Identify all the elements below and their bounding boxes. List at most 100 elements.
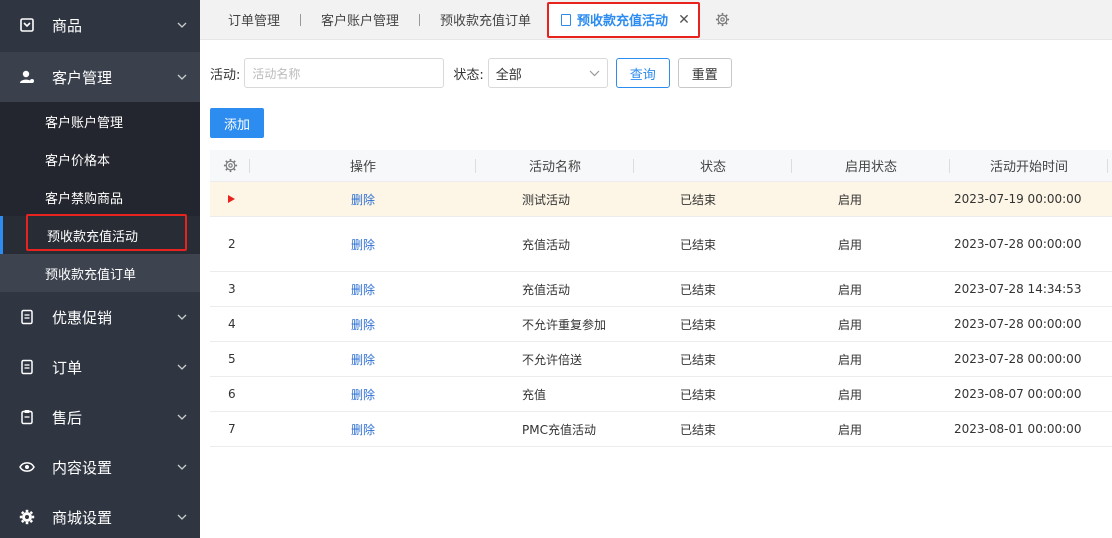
- sidebar-item-label: 客户禁购商品: [45, 191, 124, 207]
- cell-index: 6: [228, 387, 236, 401]
- gear-icon: [18, 508, 36, 526]
- cell-status: 已结束: [680, 352, 717, 367]
- row-expand-arrow[interactable]: [210, 192, 250, 206]
- clipboard-icon: [18, 408, 36, 426]
- menu-group-mall-settings[interactable]: 商城设置: [0, 492, 200, 538]
- cell-name: 不允许重复参加: [522, 317, 607, 332]
- cell-enabled: 启用: [838, 387, 863, 402]
- cell-name: 测试活动: [522, 192, 571, 207]
- column-settings-icon[interactable]: [210, 150, 250, 182]
- tab-divider: [300, 13, 302, 26]
- table-row[interactable]: 2 删除 充值活动 已结束 启用 2023-07-28 00:00:00: [210, 217, 1112, 272]
- add-button[interactable]: 添加: [210, 108, 264, 138]
- chevron-down-icon: [176, 361, 188, 373]
- cell-start-time: 2023-07-28 14:34:53: [954, 282, 1082, 296]
- sidebar-item-prepaid-recharge-activity[interactable]: 预收款充值活动: [0, 216, 200, 254]
- activity-name-input[interactable]: 活动名称: [244, 58, 445, 88]
- menu-group-content-settings[interactable]: 内容设置: [0, 442, 200, 492]
- cell-status: 已结束: [680, 317, 717, 332]
- tab-label: 订单管理: [228, 14, 281, 29]
- cell-start-time: 2023-08-07 00:00:00: [954, 387, 1082, 401]
- cell-start-time: 2023-07-28 00:00:00: [954, 237, 1082, 251]
- delete-link[interactable]: 删除: [351, 318, 375, 332]
- gear-icon[interactable]: [714, 11, 732, 29]
- doc-icon: [18, 358, 36, 376]
- sidebar-item-label: 预收款充值订单: [45, 267, 137, 283]
- sidebar-item-customer-price-book[interactable]: 客户价格本: [0, 140, 200, 178]
- status-select[interactable]: 全部: [487, 58, 608, 88]
- tab-label: 预收款充值活动: [577, 14, 669, 29]
- tab-prepaid-recharge-orders[interactable]: 预收款充值订单: [440, 0, 531, 40]
- sidebar-item-customer-banned-products[interactable]: 客户禁购商品: [0, 178, 200, 216]
- status-select-value: 全部: [495, 67, 522, 83]
- table-row[interactable]: 6 删除 充值 已结束 启用 2023-08-07 00:00:00: [210, 377, 1112, 412]
- tab-label: 客户账户管理: [321, 14, 400, 29]
- chevron-down-icon: [589, 66, 600, 81]
- cell-status: 已结束: [680, 422, 717, 437]
- menu-group-after-sales[interactable]: 售后: [0, 392, 200, 442]
- header-start-time: 活动开始时间: [950, 150, 1108, 182]
- header-activity-name: 活动名称: [476, 150, 634, 182]
- cell-status: 已结束: [680, 282, 717, 297]
- menu-group-orders[interactable]: 订单: [0, 342, 200, 392]
- delete-link[interactable]: 删除: [351, 388, 375, 402]
- sidebar-item-prepaid-recharge-orders[interactable]: 预收款充值订单: [0, 254, 200, 292]
- cell-name: 充值: [522, 387, 547, 402]
- header-action: 操作: [250, 150, 476, 182]
- menu-group-label: 商城设置: [52, 508, 113, 527]
- menu-group-customer-management[interactable]: 客户管理: [0, 52, 200, 102]
- header-enabled-status: 启用状态: [792, 150, 950, 182]
- cell-start-time: 2023-07-19 00:00:00: [954, 192, 1082, 206]
- activity-table: 操作 活动名称 状态 启用状态 活动开始时间 删除 测试活动 已结束 启用 20…: [210, 150, 1112, 447]
- menu-group-products[interactable]: 商品: [0, 0, 200, 50]
- sidebar-item-customer-accounts[interactable]: 客户账户管理: [0, 102, 200, 140]
- cell-status: 已结束: [680, 192, 717, 207]
- table-row[interactable]: 删除 测试活动 已结束 启用 2023-07-19 00:00:00: [210, 182, 1112, 217]
- table-row[interactable]: 4 删除 不允许重复参加 已结束 启用 2023-07-28 00:00:00: [210, 307, 1112, 342]
- tab-bar: 订单管理 客户账户管理 预收款充值订单 预收款充值活动 ✕: [200, 0, 1112, 40]
- cell-index: 4: [228, 317, 236, 331]
- menu-group-label: 客户管理: [52, 68, 113, 87]
- tab-prepaid-recharge-activity[interactable]: 预收款充值活动 ✕: [547, 1, 700, 38]
- chevron-down-icon: [176, 411, 188, 423]
- table-row[interactable]: 5 删除 不允许倍送 已结束 启用 2023-07-28 00:00:00: [210, 342, 1112, 377]
- cell-start-time: 2023-08-01 00:00:00: [954, 422, 1082, 436]
- delete-link[interactable]: 删除: [351, 238, 375, 252]
- table-row[interactable]: 3 删除 充值活动 已结束 启用 2023-07-28 14:34:53: [210, 272, 1112, 307]
- cell-enabled: 启用: [838, 352, 863, 367]
- delete-link[interactable]: 删除: [351, 353, 375, 367]
- tab-order-management[interactable]: 订单管理: [228, 0, 280, 40]
- chevron-down-icon: [176, 511, 188, 523]
- activity-input-placeholder: 活动名称: [252, 66, 301, 81]
- sidebar-item-label: 预收款充值活动: [47, 229, 139, 245]
- cell-index: 7: [228, 422, 236, 436]
- menu-group-label: 内容设置: [52, 458, 113, 477]
- cell-name: 充值活动: [522, 282, 571, 297]
- delete-link[interactable]: 删除: [351, 283, 375, 297]
- tab-customer-accounts[interactable]: 客户账户管理: [321, 0, 399, 40]
- document-icon: [561, 13, 572, 26]
- cell-start-time: 2023-07-28 00:00:00: [954, 317, 1082, 331]
- reset-button[interactable]: 重置: [677, 58, 732, 88]
- close-icon[interactable]: ✕: [678, 12, 690, 28]
- eye-icon: [18, 458, 36, 476]
- doc-icon: [18, 308, 36, 326]
- delete-link[interactable]: 删除: [351, 193, 375, 207]
- chevron-down-icon: [176, 311, 188, 323]
- customer-submenu: 客户账户管理 客户价格本 客户禁购商品 预收款充值活动 预收款充值订单: [0, 102, 200, 292]
- query-button[interactable]: 查询: [615, 58, 670, 88]
- table-row[interactable]: 7 删除 PMC充值活动 已结束 启用 2023-08-01 00:00:00: [210, 412, 1112, 447]
- cell-name: 充值活动: [522, 237, 571, 252]
- cell-start-time: 2023-07-28 00:00:00: [954, 352, 1082, 366]
- chevron-down-icon: [176, 71, 188, 83]
- menu-group-promotions[interactable]: 优惠促销: [0, 292, 200, 342]
- cell-enabled: 启用: [838, 282, 863, 297]
- box-icon: [18, 16, 36, 34]
- cell-enabled: 启用: [838, 422, 863, 437]
- delete-link[interactable]: 删除: [351, 423, 375, 437]
- sidebar-item-label: 客户账户管理: [45, 115, 124, 131]
- menu-group-label: 售后: [52, 408, 83, 427]
- chevron-down-icon: [176, 461, 188, 473]
- cell-index: 3: [228, 282, 236, 296]
- filter-bar: 活动: 活动名称 状态: 全部 查询 重置: [210, 58, 732, 88]
